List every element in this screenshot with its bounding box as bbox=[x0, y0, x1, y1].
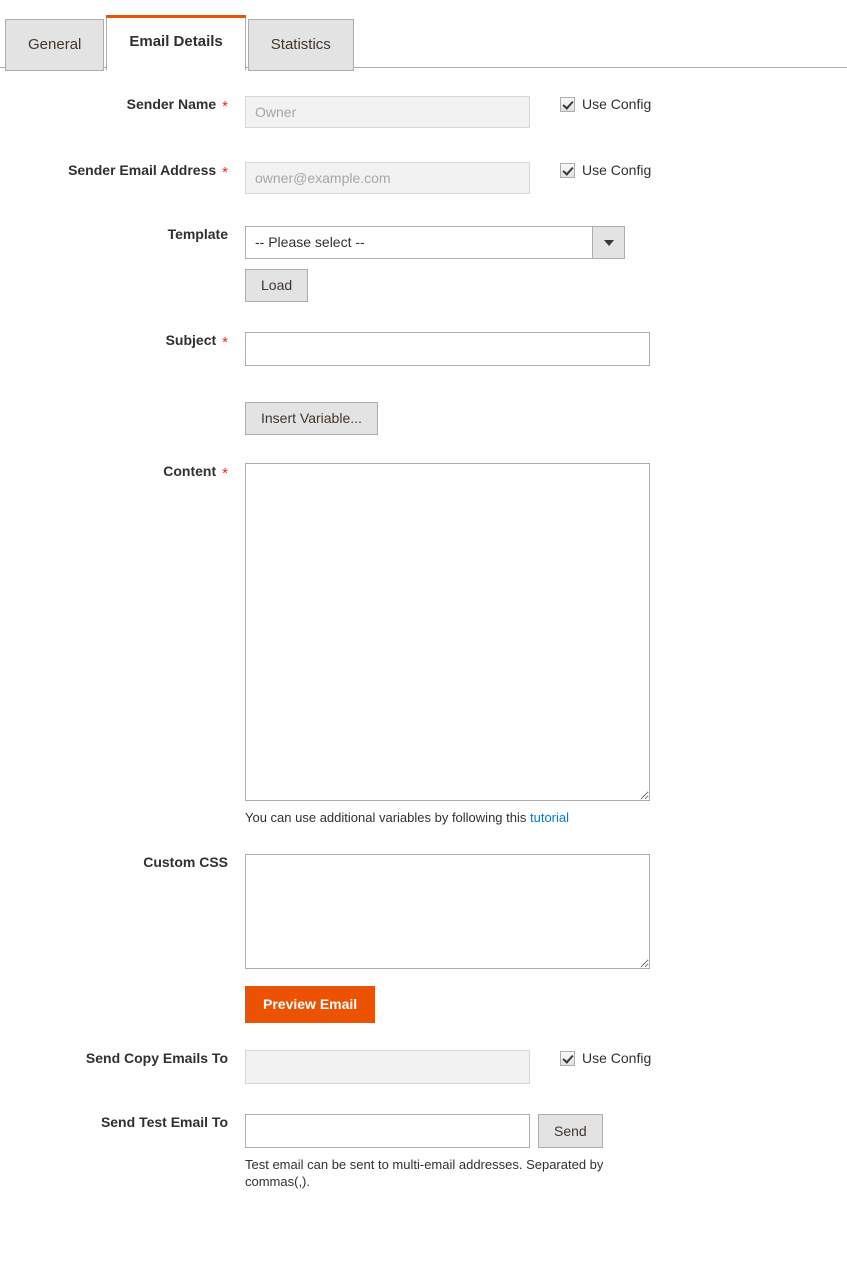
chevron-down-icon[interactable] bbox=[592, 226, 625, 259]
send-copy-label-text: Send Copy Emails To bbox=[85, 1050, 228, 1067]
subject-required-mark: * bbox=[222, 334, 228, 351]
content-label-text: Content bbox=[163, 463, 217, 479]
load-button[interactable]: Load bbox=[245, 269, 309, 302]
custom-css-control: Preview Email bbox=[228, 854, 847, 1024]
sender-name-use-config-checkbox[interactable] bbox=[560, 96, 575, 112]
field-send-test: Send Test Email To Send Test email can b… bbox=[0, 1114, 847, 1190]
field-subject: Subject * Insert Variable... bbox=[0, 332, 847, 435]
send-copy-label: Send Copy Emails To bbox=[0, 1050, 228, 1066]
send-test-button[interactable]: Send bbox=[538, 1114, 603, 1149]
field-content: Content * You can use additional variable… bbox=[0, 463, 847, 826]
subject-label: Subject * bbox=[0, 332, 228, 351]
sender-email-use-config-label: Use Config bbox=[582, 162, 652, 178]
sender-email-use-config-row[interactable]: Use Config bbox=[530, 162, 651, 178]
sender-name-required-mark: * bbox=[222, 98, 228, 115]
custom-css-label: Custom CSS bbox=[0, 854, 228, 870]
sender-email-label: Sender Email Address * bbox=[0, 162, 228, 181]
field-send-copy: Send Copy Emails To Use Config bbox=[0, 1050, 847, 1085]
content-required-mark: * bbox=[222, 465, 228, 482]
tab-bar: General Email Details Statistics bbox=[0, 0, 847, 71]
send-test-control: Send Test email can be sent to multi-ema… bbox=[228, 1114, 847, 1190]
send-test-input[interactable] bbox=[245, 1114, 530, 1149]
tab-general-label: General bbox=[28, 36, 82, 53]
subject-input[interactable] bbox=[245, 332, 650, 366]
template-select-value[interactable]: -- Please select -- bbox=[245, 226, 625, 259]
email-details-form: Sender Name * Use Config Sender Email Add… bbox=[0, 68, 847, 1190]
tab-general[interactable]: General bbox=[5, 19, 105, 71]
template-label-text: Template bbox=[167, 226, 228, 242]
send-test-label: Send Test Email To bbox=[0, 1114, 228, 1130]
tab-email-details-label: Email Details bbox=[129, 33, 223, 50]
template-label: Template bbox=[0, 226, 228, 242]
content-note-text: You can use additional variables by foll… bbox=[245, 810, 530, 825]
tutorial-link[interactable]: tutorial bbox=[530, 810, 569, 825]
tab-list: General Email Details Statistics bbox=[5, 15, 356, 71]
sender-name-use-config-label: Use Config bbox=[582, 96, 652, 112]
custom-css-textarea[interactable] bbox=[245, 854, 650, 970]
send-test-label-text: Send Test Email To bbox=[100, 1114, 228, 1131]
preview-email-button[interactable]: Preview Email bbox=[245, 986, 376, 1024]
subject-label-text: Subject bbox=[165, 332, 217, 348]
send-test-note: Test email can be sent to multi-email ad… bbox=[245, 1157, 604, 1189]
content-note: You can use additional variables by foll… bbox=[245, 810, 605, 826]
field-template: Template -- Please select -- Load bbox=[0, 226, 847, 302]
field-custom-css: Custom CSS Preview Email bbox=[0, 854, 847, 1024]
content-textarea[interactable] bbox=[245, 463, 650, 801]
field-sender-name: Sender Name * Use Config bbox=[0, 96, 847, 128]
content-label: Content * bbox=[0, 463, 228, 482]
sender-name-control: Use Config bbox=[228, 96, 847, 128]
sender-name-label: Sender Name * bbox=[0, 96, 228, 115]
subject-control: Insert Variable... bbox=[228, 332, 847, 435]
insert-variable-button[interactable]: Insert Variable... bbox=[245, 402, 378, 435]
send-copy-control: Use Config bbox=[228, 1050, 847, 1085]
sender-name-label-text: Sender Name bbox=[126, 96, 217, 112]
tab-statistics-label: Statistics bbox=[270, 36, 331, 53]
send-copy-use-config-row[interactable]: Use Config bbox=[530, 1050, 651, 1066]
send-copy-use-config-checkbox[interactable] bbox=[560, 1050, 575, 1066]
send-copy-use-config-label: Use Config bbox=[582, 1050, 652, 1067]
field-sender-email: Sender Email Address * Use Config bbox=[0, 162, 847, 194]
send-copy-input[interactable] bbox=[245, 1050, 530, 1085]
content-control: You can use additional variables by foll… bbox=[228, 463, 847, 826]
template-control: -- Please select -- Load bbox=[228, 226, 847, 302]
sender-email-input[interactable] bbox=[245, 162, 530, 194]
sender-email-control: Use Config bbox=[228, 162, 847, 194]
tab-statistics[interactable]: Statistics bbox=[247, 19, 354, 71]
sender-email-label-text: Sender Email Address bbox=[68, 162, 217, 178]
custom-css-label-text: Custom CSS bbox=[143, 854, 228, 871]
tab-email-details[interactable]: Email Details bbox=[106, 15, 247, 71]
template-select[interactable]: -- Please select -- bbox=[245, 226, 625, 259]
sender-email-use-config-checkbox[interactable] bbox=[560, 162, 575, 178]
sender-name-use-config-row[interactable]: Use Config bbox=[530, 96, 651, 112]
sender-email-required-mark: * bbox=[222, 164, 228, 181]
sender-name-input[interactable] bbox=[245, 96, 530, 128]
